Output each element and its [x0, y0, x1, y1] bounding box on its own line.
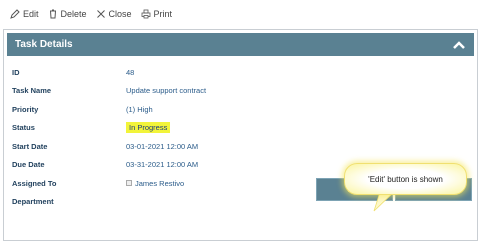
- field-row-priority: Priority (1) High: [12, 100, 312, 119]
- status-badge: In Progress: [126, 122, 171, 134]
- field-label: ID: [12, 67, 20, 77]
- toolbar-delete-label: Delete: [60, 9, 87, 19]
- toolbar-edit-button[interactable]: Edit: [10, 9, 39, 19]
- field-value: (1) High: [126, 104, 153, 114]
- field-label: Status: [12, 123, 35, 133]
- field-label: Due Date: [12, 160, 45, 170]
- field-row-due-date: Due Date 03-31-2021 12:00 AM: [12, 156, 312, 175]
- field-value: Update support contract: [126, 86, 207, 96]
- field-label: Start Date: [12, 141, 48, 151]
- toolbar-close-label: Close: [108, 9, 132, 19]
- field-label: Priority: [12, 104, 39, 114]
- toolbar-print-label: Print: [153, 9, 173, 19]
- toolbar-edit-label: Edit: [23, 9, 39, 19]
- field-value: 03-31-2021 12:00 AM: [126, 160, 199, 170]
- field-value: 48: [126, 67, 135, 77]
- field-row-assigned-to: Assigned To James Restivo: [12, 174, 312, 193]
- field-row-start-date: Start Date 03-01-2021 12:00 AM: [12, 137, 312, 156]
- close-icon: [96, 10, 105, 18]
- field-label: Task Name: [12, 86, 52, 96]
- field-value: 03-01-2021 12:00 AM: [126, 141, 199, 151]
- panel-title: Task Details: [15, 39, 73, 50]
- toolbar-print-button[interactable]: Print: [141, 9, 173, 19]
- field-row-department: Department: [12, 193, 312, 212]
- task-details-panel: Task Details ID 48 Task Name Update supp…: [3, 29, 478, 241]
- user-icon: [126, 180, 132, 187]
- status-value-wrap: In Progress: [126, 122, 171, 134]
- field-row-id: ID 48: [12, 63, 312, 82]
- toolbar-close-button[interactable]: Close: [96, 9, 132, 19]
- toolbar-delete-button[interactable]: Delete: [48, 9, 87, 19]
- printer-icon: [141, 9, 150, 19]
- task-fields: ID 48 Task Name Update support contract …: [12, 63, 312, 211]
- field-label: Assigned To: [12, 178, 57, 188]
- assigned-to-value: James Restivo: [126, 179, 184, 188]
- annotation-callout: 'Edit' button is shown: [344, 163, 467, 195]
- pencil-icon: [10, 9, 20, 19]
- toolbar: Edit Delete Close Print: [10, 6, 172, 22]
- trash-icon: [49, 9, 56, 19]
- assignee-name[interactable]: James Restivo: [135, 179, 184, 188]
- panel-header: Task Details: [7, 33, 474, 56]
- callout-tail: [373, 192, 395, 212]
- task-details-page: Edit Delete Close Print Task Details ID …: [0, 0, 480, 241]
- field-row-status: Status In Progress: [12, 119, 312, 138]
- chevron-up-icon[interactable]: [452, 40, 466, 50]
- field-row-task-name: Task Name Update support contract: [12, 82, 312, 101]
- field-label: Department: [12, 197, 54, 207]
